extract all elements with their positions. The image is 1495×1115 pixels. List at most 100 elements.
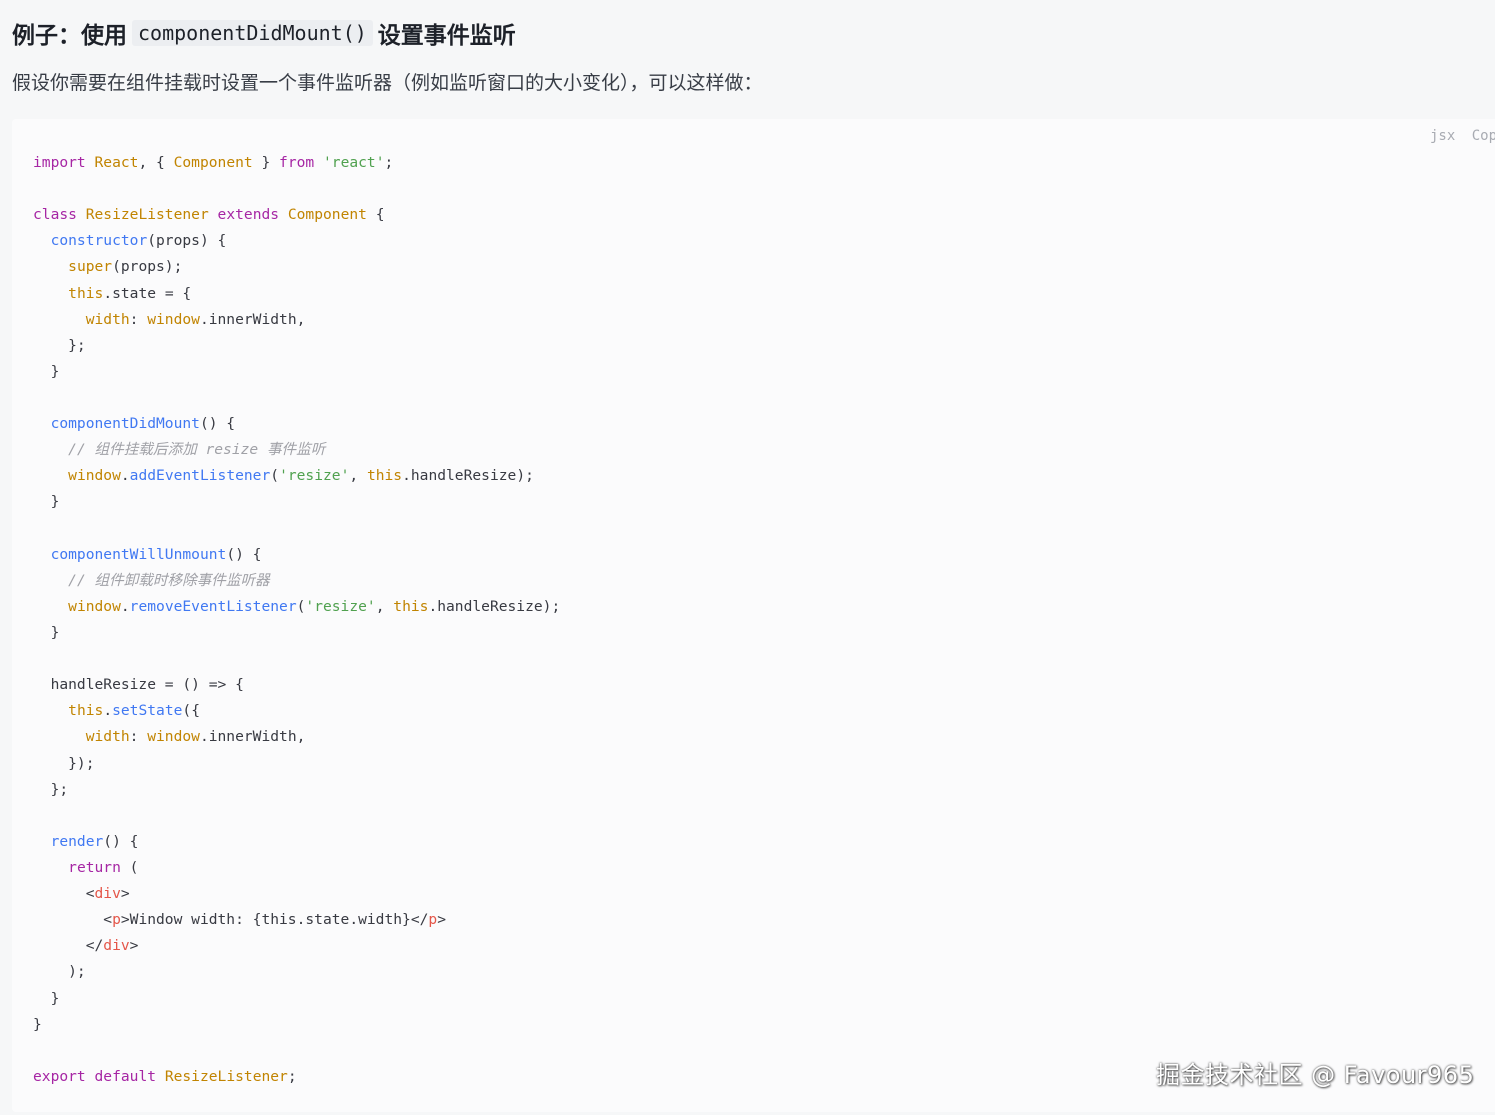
code-token: default: [94, 1067, 157, 1085]
code-token: width: [85, 728, 130, 746]
code-block: jsx Copy import React, { Component } fro…: [12, 119, 1495, 1112]
code-token: <: [33, 911, 113, 929]
code-token: React: [94, 154, 139, 171]
code-token: // 组件挂载后添加 resize 事件监听: [68, 441, 326, 459]
code-token: .: [103, 702, 113, 720]
code-line: <div>: [33, 881, 560, 907]
code-token: extends: [217, 206, 280, 224]
code-line: width: window.innerWidth,: [33, 307, 560, 333]
code-line: width: window.innerWidth,: [33, 724, 560, 750]
code-line: // 组件卸载时移除事件监听器: [33, 568, 560, 594]
code-token: () {: [226, 545, 262, 563]
code-token: p: [112, 911, 121, 929]
code-token: >Window width: {this.state.width}</: [120, 911, 429, 929]
code-language-label: jsx: [1430, 128, 1456, 144]
code-token: }: [33, 493, 60, 511]
code-token: render: [50, 832, 104, 850]
code-line: }: [33, 489, 560, 515]
watermark: 掘金技术社区 @ Favour965: [1156, 1061, 1475, 1089]
code-token: >: [437, 911, 446, 929]
code-token: :: [129, 310, 148, 328]
code-token: :: [129, 728, 148, 746]
code-token: import: [33, 154, 86, 171]
code-line: import React, { Component } from 'react'…: [33, 150, 560, 176]
code-line: window.addEventListener('resize', this.h…: [33, 463, 560, 489]
code-token: }: [33, 362, 60, 380]
code-token: .innerWidth,: [199, 728, 306, 746]
code-token: >: [120, 885, 130, 903]
code-token: ,: [375, 597, 394, 615]
intro-paragraph: 假设你需要在组件挂载时设置一个事件监听器（例如监听窗口的大小变化），可以这样做：: [12, 72, 763, 94]
code-line: render() {: [33, 829, 560, 855]
code-token: };: [33, 336, 86, 354]
code-token: div: [94, 885, 121, 903]
code-line: }: [33, 359, 560, 385]
code-line: class ResizeListener extends Component {: [33, 202, 560, 228]
code-line: handleResize = () => {: [33, 672, 560, 698]
code-token: width: [85, 310, 130, 328]
code-token: </: [33, 937, 104, 955]
code-token: .innerWidth,: [199, 310, 306, 328]
code-token: export: [33, 1067, 86, 1085]
code-token: 'react': [323, 154, 385, 171]
code-token: <: [33, 885, 95, 903]
code-token: () {: [103, 832, 139, 850]
section-heading: 例子：使用 componentDidMount() 设置事件监听: [12, 15, 516, 51]
code-token: .state = {: [103, 284, 192, 302]
code-line: };: [33, 777, 560, 803]
code-token: constructor: [50, 232, 148, 250]
code-token: componentDidMount: [50, 415, 200, 433]
code-line: }: [33, 1012, 560, 1038]
code-token: removeEventListener: [129, 597, 297, 615]
code-line: }: [33, 620, 560, 646]
code-line: super(props);: [33, 254, 560, 280]
code-line: componentDidMount() {: [33, 411, 560, 437]
code-token: div: [103, 937, 130, 955]
code-line: return (: [33, 855, 560, 881]
code-token: this: [68, 284, 104, 302]
heading-suffix: 设置事件监听: [377, 23, 516, 49]
code-line: constructor(props) {: [33, 228, 560, 254]
code-token: window: [68, 467, 121, 485]
code-line: </div>: [33, 933, 560, 959]
code-line: };: [33, 333, 560, 359]
code-token: super: [68, 258, 113, 276]
code-token: Component: [287, 206, 367, 224]
heading-prefix: 例子：使用: [12, 23, 127, 49]
code-token: }: [33, 989, 60, 1007]
code-line: });: [33, 751, 560, 777]
code-token: Component: [173, 154, 253, 171]
code-token: this: [366, 467, 403, 485]
code-token: >: [129, 937, 139, 955]
code-token: (: [270, 467, 280, 485]
code-line: }: [33, 986, 560, 1012]
code-token: window: [147, 728, 200, 746]
code-line: this.setState({: [33, 698, 560, 724]
code-token: .: [120, 597, 130, 615]
code-token: ;: [287, 1067, 297, 1085]
copy-button[interactable]: Copy: [1472, 128, 1495, 144]
code-token: .: [120, 467, 130, 485]
code-toolbar: jsx Copy: [1430, 128, 1495, 144]
code-line: export default ResizeListener;: [33, 1064, 560, 1090]
